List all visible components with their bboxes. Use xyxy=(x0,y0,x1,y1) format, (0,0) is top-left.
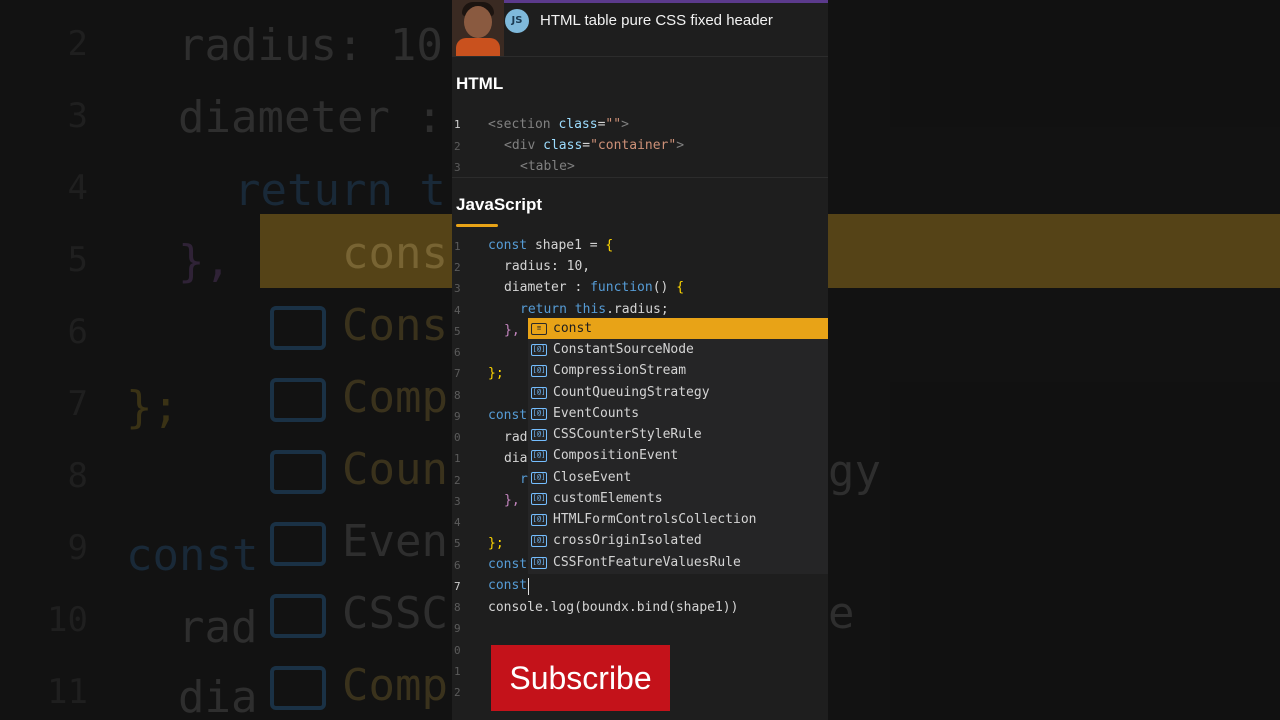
code-line[interactable]: console.log(boundx.bind(shape1)) xyxy=(488,600,738,615)
variable-icon: [@] xyxy=(531,513,547,526)
variable-icon: [@] xyxy=(531,534,547,547)
code-line[interactable]: rad xyxy=(504,430,527,445)
variable-icon: [@] xyxy=(531,343,547,356)
suggestion-item[interactable]: [@] crossOriginIsolated xyxy=(528,530,828,551)
suggestion-item[interactable]: [@] customElements xyxy=(528,488,828,509)
autocomplete-dropdown[interactable]: ≡ const [@] ConstantSourceNode [@] Compress… xyxy=(528,318,828,574)
code-line[interactable]: dia xyxy=(504,451,527,466)
variable-icon: [@] xyxy=(531,364,547,377)
suggestion-item[interactable]: [@] EventCounts xyxy=(528,403,828,424)
suggestion-item[interactable]: [@] ConstantSourceNode xyxy=(528,339,828,360)
variable-icon: [@] xyxy=(531,407,547,420)
suggestion-item[interactable]: [@] CountQueuingStrategy xyxy=(528,382,828,403)
code-line[interactable]: }; xyxy=(488,536,504,551)
code-line[interactable]: }; xyxy=(488,366,504,381)
suggestion-item[interactable]: [@] CSSCounterStyleRule xyxy=(528,424,828,445)
code-line[interactable]: }, xyxy=(504,493,520,508)
variable-icon: [@] xyxy=(531,449,547,462)
code-line: <table> xyxy=(520,159,575,174)
variable-icon: [@] xyxy=(531,492,547,505)
line-number: 3 xyxy=(454,161,461,174)
line-number: 2 xyxy=(454,140,461,153)
video-header: JS HTML table pure CSS fixed header xyxy=(452,0,828,56)
code-line: <section class=""> xyxy=(488,117,629,132)
variable-icon: [@] xyxy=(531,556,547,569)
divider xyxy=(452,56,828,57)
js-section-title[interactable]: JavaScript xyxy=(456,195,542,215)
variable-icon: [@] xyxy=(531,386,547,399)
variable-icon: [@] xyxy=(531,428,547,441)
line-number: 1 xyxy=(454,118,461,131)
code-line[interactable]: const shape1 = { xyxy=(488,238,613,253)
code-line: <div class="container"> xyxy=(504,138,685,153)
variable-icon: [@] xyxy=(531,471,547,484)
code-line[interactable]: }, xyxy=(504,323,520,338)
code-line[interactable]: const xyxy=(488,578,527,593)
text-cursor xyxy=(528,578,529,595)
html-section-title: HTML xyxy=(456,74,504,93)
suggestion-item[interactable]: [@] CSSFontFeatureValuesRule xyxy=(528,552,828,573)
code-line[interactable]: diameter : function() { xyxy=(504,280,684,295)
suggestion-item[interactable]: [@] CloseEvent xyxy=(528,467,828,488)
video-title[interactable]: HTML table pure CSS fixed header xyxy=(540,12,773,29)
video-panel: JS HTML table pure CSS fixed header HTML… xyxy=(452,0,828,720)
js-tab-indicator xyxy=(456,224,498,227)
suggestion-item[interactable]: [@] CompressionStream xyxy=(528,360,828,381)
code-line[interactable]: const xyxy=(488,557,527,572)
divider xyxy=(452,177,828,178)
subscribe-button[interactable]: Subscribe xyxy=(491,645,670,711)
suggestion-item[interactable]: [@] HTMLFormControlsCollection xyxy=(528,509,828,530)
code-line[interactable]: r xyxy=(520,472,528,487)
code-line[interactable]: radius: 10, xyxy=(504,259,590,274)
code-line[interactable]: const xyxy=(488,408,527,423)
channel-badge[interactable]: JS xyxy=(505,9,529,33)
code-line[interactable]: return this.radius; xyxy=(520,302,669,317)
suggestion-item[interactable]: [@] CompositionEvent xyxy=(528,445,828,466)
suggestion-item[interactable]: ≡ const xyxy=(528,318,828,339)
keyword-icon: ≡ xyxy=(531,322,547,335)
avatar[interactable] xyxy=(452,0,504,56)
